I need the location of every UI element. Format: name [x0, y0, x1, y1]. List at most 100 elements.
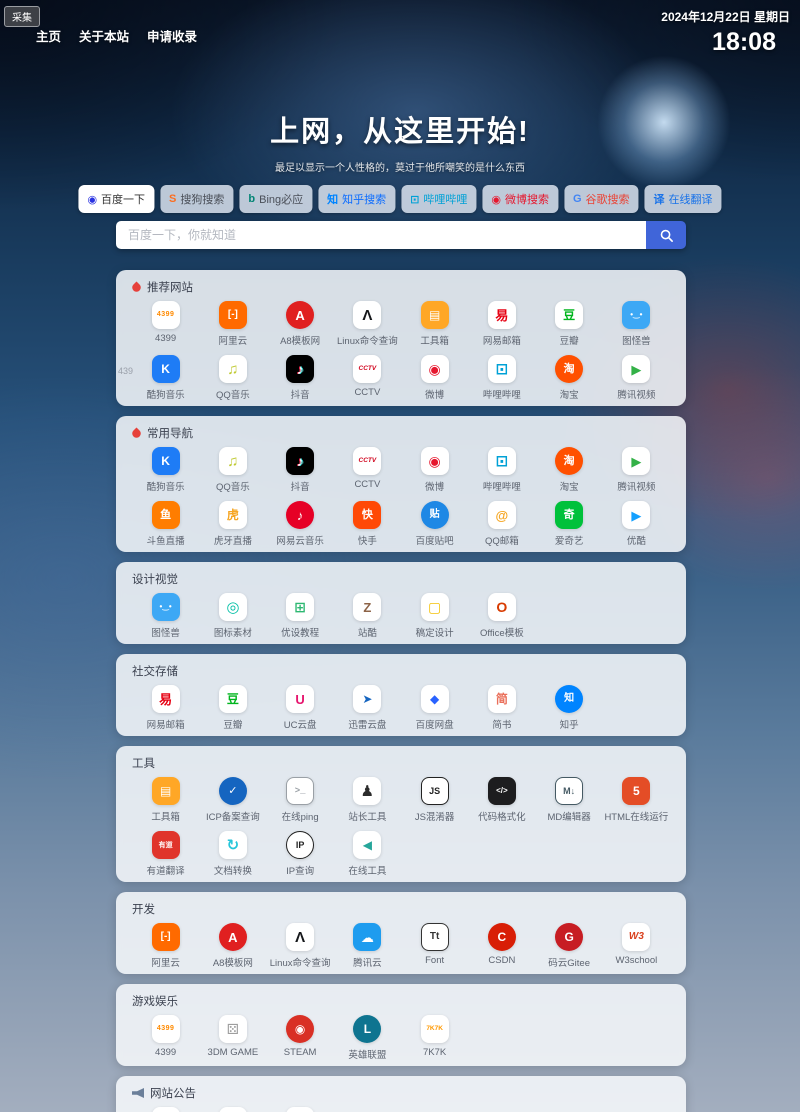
link-item[interactable]: [-] 阿里云	[132, 923, 199, 969]
link-item[interactable]: ◀ 在线工具	[334, 831, 401, 877]
html5-icon: 5	[622, 777, 651, 805]
search-tab-5[interactable]: ◉ 微博搜索	[482, 185, 558, 213]
search-input[interactable]	[116, 221, 646, 249]
search-tab-2[interactable]: b Bing必应	[239, 185, 313, 213]
link-item[interactable]: ✓ ICP备案查询	[199, 777, 266, 823]
link-item[interactable]: W3 W3school	[603, 923, 670, 969]
link-item[interactable]: ◎ 图标素材	[199, 593, 266, 639]
top-nav-link-1[interactable]: 关于本站	[79, 26, 129, 45]
link-item[interactable]: U UC云盘	[267, 685, 334, 731]
link-item[interactable]: ⌂官方主页	[132, 1107, 199, 1112]
link-item[interactable]: ◉ STEAM	[267, 1015, 334, 1061]
link-item[interactable]: O Office模板	[468, 593, 535, 639]
link-item[interactable]: K 酷狗音乐	[132, 355, 199, 401]
link-item[interactable]: 4399 4399	[132, 1015, 199, 1061]
link-item[interactable]: 豆豆瓣	[199, 685, 266, 731]
link-item[interactable]: ↻ 文档转换	[199, 831, 266, 877]
link-item[interactable]: >_ 在线ping	[267, 777, 334, 823]
link-item[interactable]: CCTV CCTV	[334, 355, 401, 401]
top-nav-link-2[interactable]: 申请收录	[147, 26, 197, 45]
search-tab-7[interactable]: 译在线翻译	[644, 185, 722, 213]
link-item[interactable]: ♫ QQ音乐	[199, 447, 266, 493]
link-item[interactable]: @ QQ邮箱	[468, 501, 535, 547]
link-item[interactable]: JS JS混淆器	[401, 777, 468, 823]
link-item[interactable]: 知知乎	[536, 685, 603, 731]
search-tab-3[interactable]: 知知乎搜索	[318, 185, 396, 213]
search-button[interactable]	[646, 221, 686, 249]
link-item[interactable]: 5 HTML在线运行	[603, 777, 670, 823]
netease-music-logo: ♪	[286, 501, 315, 529]
link-item[interactable]: ◉ 微博	[401, 355, 468, 401]
link-item[interactable]: ➤ 迅雷云盘	[334, 685, 401, 731]
link-label: QQ音乐	[215, 482, 250, 493]
link-label: ICP备案查询	[205, 812, 260, 823]
link-item[interactable]: ♪ 抖音	[267, 355, 334, 401]
link-item[interactable]: ⚄ 3DM GAME	[199, 1015, 266, 1061]
card-title: 开发	[132, 904, 155, 916]
link-item[interactable]: ✎申请收录	[267, 1107, 334, 1112]
link-item[interactable]: A A8模板网	[199, 923, 266, 969]
link-item[interactable]: 易网易邮箱	[468, 301, 535, 347]
link-item[interactable]: 简简书	[468, 685, 535, 731]
top-nav-link-0[interactable]: 主页	[36, 26, 61, 45]
link-item[interactable]: ▤关于本站	[199, 1107, 266, 1112]
link-item[interactable]: ▤ 工具箱	[401, 301, 468, 347]
link-item[interactable]: 豆豆瓣	[536, 301, 603, 347]
link-item[interactable]: 有道 有道翻译	[132, 831, 199, 877]
link-item[interactable]: L 英雄联盟	[334, 1015, 401, 1061]
search-tab-6[interactable]: G 谷歌搜索	[563, 185, 639, 213]
link-label: CCTV	[354, 387, 381, 398]
link-item[interactable]: ◆ 百度网盘	[401, 685, 468, 731]
link-item[interactable]: 鱼斗鱼直播	[132, 501, 199, 547]
link-item[interactable]: Λ Linux命令查询	[334, 301, 401, 347]
link-item[interactable]: 4399 4399	[132, 301, 199, 347]
link-item[interactable]: ☁ 腾讯云	[334, 923, 401, 969]
link-item[interactable]: ♟ 站长工具	[334, 777, 401, 823]
link-item[interactable]: ⊞ 优设教程	[267, 593, 334, 639]
link-item[interactable]: CCTV CCTV	[334, 447, 401, 493]
link-item[interactable]: ♪ 抖音	[267, 447, 334, 493]
link-item[interactable]: C CSDN	[468, 923, 535, 969]
link-item[interactable]: •‿• 图怪兽	[132, 593, 199, 639]
link-item[interactable]: ▶ 腾讯视频	[603, 355, 670, 401]
link-item[interactable]: ⊡ 哔哩哔哩	[468, 447, 535, 493]
search-tab-1[interactable]: S 搜狗搜索	[160, 185, 234, 213]
search-tab-4[interactable]: ⊡ 哔哩哔哩	[401, 185, 477, 213]
link-item[interactable]: •‿• 图怪兽	[603, 301, 670, 347]
link-item[interactable]: A A8模板网	[267, 301, 334, 347]
link-item[interactable]: Tt Font	[401, 923, 468, 969]
collect-badge[interactable]: 采集	[4, 6, 40, 27]
link-item[interactable]: ▤ 工具箱	[132, 777, 199, 823]
js-hexagon-icon: JS	[420, 777, 449, 805]
link-item[interactable]: 7K7K 7K7K	[401, 1015, 468, 1061]
link-item[interactable]: ▶ 腾讯视频	[603, 447, 670, 493]
link-item[interactable]: 奇爱奇艺	[536, 501, 603, 547]
link-item[interactable]: 淘淘宝	[536, 355, 603, 401]
link-label: 工具箱	[151, 812, 180, 823]
link-item[interactable]: Λ Linux命令查询	[267, 923, 334, 969]
link-item[interactable]: ♪ 网易云音乐	[267, 501, 334, 547]
link-item[interactable]: G 码云Gitee	[536, 923, 603, 969]
link-label: Linux命令查询	[337, 336, 398, 347]
link-label: CSDN	[488, 955, 516, 966]
search-tab-0[interactable]: ◉ 百度一下	[78, 185, 155, 213]
weibo-icon: ◉	[491, 193, 501, 206]
link-label: 酷狗音乐	[146, 482, 185, 493]
link-item[interactable]: Z 站酷	[334, 593, 401, 639]
link-item[interactable]: M↓ MD编辑器	[536, 777, 603, 823]
link-item[interactable]: ⊡ 哔哩哔哩	[468, 355, 535, 401]
link-item[interactable]: 虎虎牙直播	[199, 501, 266, 547]
link-item[interactable]: ▶ 优酷	[603, 501, 670, 547]
link-item[interactable]: </> 代码格式化	[468, 777, 535, 823]
link-item[interactable]: 淘淘宝	[536, 447, 603, 493]
link-item[interactable]: ♫ QQ音乐	[199, 355, 266, 401]
link-item[interactable]: ▢ 稿定设计	[401, 593, 468, 639]
link-item[interactable]: 快快手	[334, 501, 401, 547]
link-item[interactable]: [-] 阿里云	[199, 301, 266, 347]
link-item[interactable]: IP IP查询	[267, 831, 334, 877]
link-item[interactable]: 贴百度贴吧	[401, 501, 468, 547]
link-item[interactable]: K 酷狗音乐	[132, 447, 199, 493]
baidu-tieba-logo: 贴	[420, 501, 449, 529]
link-item[interactable]: ◉ 微博	[401, 447, 468, 493]
link-item[interactable]: 易网易邮箱	[132, 685, 199, 731]
